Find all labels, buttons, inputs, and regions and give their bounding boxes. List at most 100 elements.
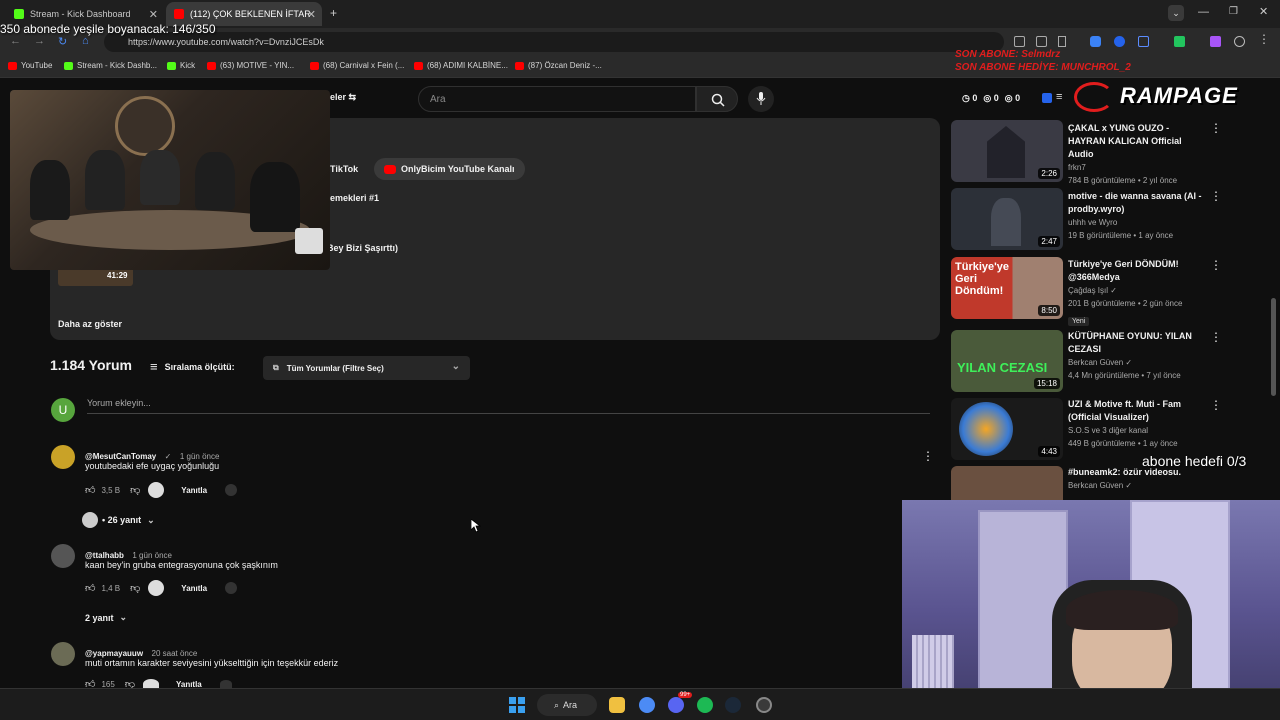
comment-time[interactable]: 20 saat önce	[152, 649, 198, 658]
related-scrollbar[interactable]	[1271, 298, 1276, 396]
new-tab-button[interactable]: +	[330, 6, 337, 20]
related-title[interactable]: Türkiye'ye Geri DÖNDÜM! @366Medya	[1068, 258, 1208, 284]
close-tab-icon[interactable]: ✕	[149, 8, 158, 21]
related-info[interactable]: ÇAKAL x YUNG OUZO - HAYRAN KALICAN Offic…	[1068, 122, 1208, 187]
replies-toggle[interactable]: • 26 yanıt ⌄	[82, 512, 155, 528]
related-info[interactable]: KÜTÜPHANE OYUNU: YILAN CEZASI Berkcan Gü…	[1068, 330, 1208, 382]
comment-author[interactable]: @yapmayauuw	[85, 649, 143, 658]
filters-button[interactable]: eler ⇆	[330, 92, 356, 103]
reply-button[interactable]: Yanıtla	[181, 584, 207, 593]
tab-search-button[interactable]: ⌄	[1168, 5, 1184, 21]
bookmark-icon[interactable]	[1058, 36, 1066, 47]
related-channel[interactable]: frkn7	[1068, 161, 1208, 174]
related-menu-icon[interactable]: ⋮	[1210, 258, 1222, 272]
chip-tiktok[interactable]: TikTok	[325, 158, 363, 180]
related-title[interactable]: UZI & Motive ft. Muti - Fam (Official Vi…	[1068, 398, 1208, 424]
replies-toggle[interactable]: 2 yanıt ⌄	[85, 612, 127, 623]
related-channel[interactable]: S.O.S ve 3 diğer kanal	[1068, 424, 1208, 437]
dislike-icon[interactable]: 👎︎	[130, 582, 140, 594]
avatar[interactable]	[51, 445, 75, 469]
related-info[interactable]: UZI & Motive ft. Muti - Fam (Official Vi…	[1068, 398, 1208, 450]
related-thumbnail[interactable]: 2:26	[951, 120, 1063, 182]
obs-icon[interactable]	[756, 697, 772, 713]
close-window-icon[interactable]: ✕	[1259, 5, 1268, 18]
comment-menu-icon[interactable]: ⋮	[922, 449, 934, 463]
bookmark-kick[interactable]: Kick	[167, 61, 195, 70]
add-comment-input[interactable]: Yorum ekleyin...	[87, 398, 930, 414]
bookmark-kick-dashboard[interactable]: Stream - Kick Dashb...	[64, 61, 157, 70]
steam-icon[interactable]	[725, 697, 741, 713]
minimize-icon[interactable]: —	[1198, 6, 1209, 18]
cast-icon[interactable]	[1042, 93, 1052, 103]
maximize-icon[interactable]: ❐	[1229, 6, 1238, 17]
queue-icon[interactable]: ≡	[1056, 91, 1062, 103]
comment-filter-select[interactable]: ⧉ Tüm Yorumlar (Filtre Seç) ⌄	[263, 356, 470, 380]
related-thumbnail[interactable]: YILAN CEZASI 15:18	[951, 330, 1063, 392]
share-icon[interactable]	[1036, 36, 1047, 47]
related-channel[interactable]: Çağdaş Işıl	[1068, 286, 1108, 295]
url-bar[interactable]: https://www.youtube.com/watch?v=DvnziJCE…	[104, 32, 1004, 52]
home-icon[interactable]: ⌂	[82, 35, 89, 47]
related-info[interactable]: Türkiye'ye Geri DÖNDÜM! @366Medya Çağdaş…	[1068, 258, 1208, 328]
related-info[interactable]: #buneamk2: özür videosu. Berkcan Güven ✓	[1068, 466, 1208, 500]
file-explorer-icon[interactable]	[609, 697, 625, 713]
bookmark-ozcan[interactable]: (87) Özcan Deniz -...	[515, 61, 602, 70]
related-menu-icon[interactable]: ⋮	[1210, 330, 1222, 344]
related-channel[interactable]: uhhh ve Wyro	[1068, 216, 1208, 229]
related-thumbnail[interactable]: Türkiye'ye Geri Döndüm! 8:50	[951, 257, 1063, 319]
taskbar-search[interactable]: ⌕ Ara	[537, 694, 597, 716]
comment-time[interactable]: 1 gün önce	[180, 452, 220, 461]
sort-button[interactable]: ≡ Sıralama ölçütü:	[150, 359, 235, 374]
related-menu-icon[interactable]: ⋮	[1210, 398, 1222, 412]
avatar[interactable]	[51, 544, 75, 568]
related-thumbnail[interactable]: 4:43	[951, 398, 1063, 460]
show-less-button[interactable]: Daha az göster	[58, 319, 122, 329]
back-icon[interactable]: ←	[10, 35, 21, 47]
menu-icon[interactable]: ⋮	[1258, 32, 1270, 46]
related-title[interactable]: KÜTÜPHANE OYUNU: YILAN CEZASI	[1068, 330, 1208, 356]
profile-icon[interactable]	[1234, 36, 1245, 47]
reply-button[interactable]: Yanıtla	[181, 486, 207, 495]
related-channel[interactable]: Berkcan Güven	[1068, 481, 1123, 490]
install-icon[interactable]	[1014, 36, 1025, 47]
user-avatar[interactable]: U	[51, 398, 75, 422]
related-menu-icon[interactable]: ⋮	[1210, 189, 1222, 203]
dislike-icon[interactable]: 👎︎	[130, 484, 140, 496]
bookmark-motive[interactable]: (63) MOTIVE - YIN...	[207, 61, 294, 70]
forward-icon[interactable]: →	[34, 35, 45, 47]
extension-icon[interactable]	[1174, 36, 1185, 47]
ai-icon[interactable]	[225, 484, 238, 496]
spotify-icon[interactable]	[697, 697, 713, 713]
browser-icon[interactable]	[639, 697, 655, 713]
bookmark-adimi[interactable]: (68) ADIMI KALBİNE...	[414, 61, 508, 70]
extension-icon[interactable]	[1114, 36, 1125, 47]
comment-time[interactable]: 1 gün önce	[132, 551, 172, 560]
related-thumbnail[interactable]: 2:47	[951, 188, 1063, 250]
related-title[interactable]: motive - die wanna savana (AI - prodby.w…	[1068, 190, 1208, 216]
comment-author[interactable]: @ttalhabb	[85, 551, 124, 560]
chip-onlybicim[interactable]: OnlyBicim YouTube Kanalı	[374, 158, 525, 180]
bookmark-carnival[interactable]: (68) Carnival x Fein (...	[310, 61, 404, 70]
related-thumbnail[interactable]	[951, 466, 1063, 500]
ai-icon[interactable]	[225, 582, 238, 594]
avatar[interactable]	[51, 642, 75, 666]
start-button-icon[interactable]	[509, 697, 525, 713]
voice-search-button[interactable]	[748, 86, 774, 112]
reload-icon[interactable]: ↻	[58, 35, 67, 48]
search-input[interactable]: Ara	[418, 86, 696, 112]
related-channel[interactable]: Berkcan Güven	[1068, 358, 1123, 367]
like-icon[interactable]: 👍︎	[85, 582, 95, 594]
ai-icon[interactable]	[219, 680, 232, 688]
comment-author[interactable]: @MesutCanTomay	[85, 452, 156, 461]
close-tab-icon[interactable]: ✕	[307, 8, 316, 21]
extension-icon[interactable]	[1210, 36, 1221, 47]
like-icon[interactable]: 👍︎	[85, 484, 95, 496]
extensions-puzzle-icon[interactable]	[1138, 36, 1149, 47]
related-menu-icon[interactable]: ⋮	[1210, 121, 1222, 135]
search-button[interactable]	[696, 86, 738, 112]
related-info[interactable]: motive - die wanna savana (AI - prodby.w…	[1068, 190, 1208, 242]
discord-icon[interactable]	[668, 697, 684, 713]
extension-icon[interactable]	[1090, 36, 1101, 47]
bookmark-youtube[interactable]: YouTube	[8, 61, 52, 70]
related-title[interactable]: ÇAKAL x YUNG OUZO - HAYRAN KALICAN Offic…	[1068, 122, 1208, 161]
